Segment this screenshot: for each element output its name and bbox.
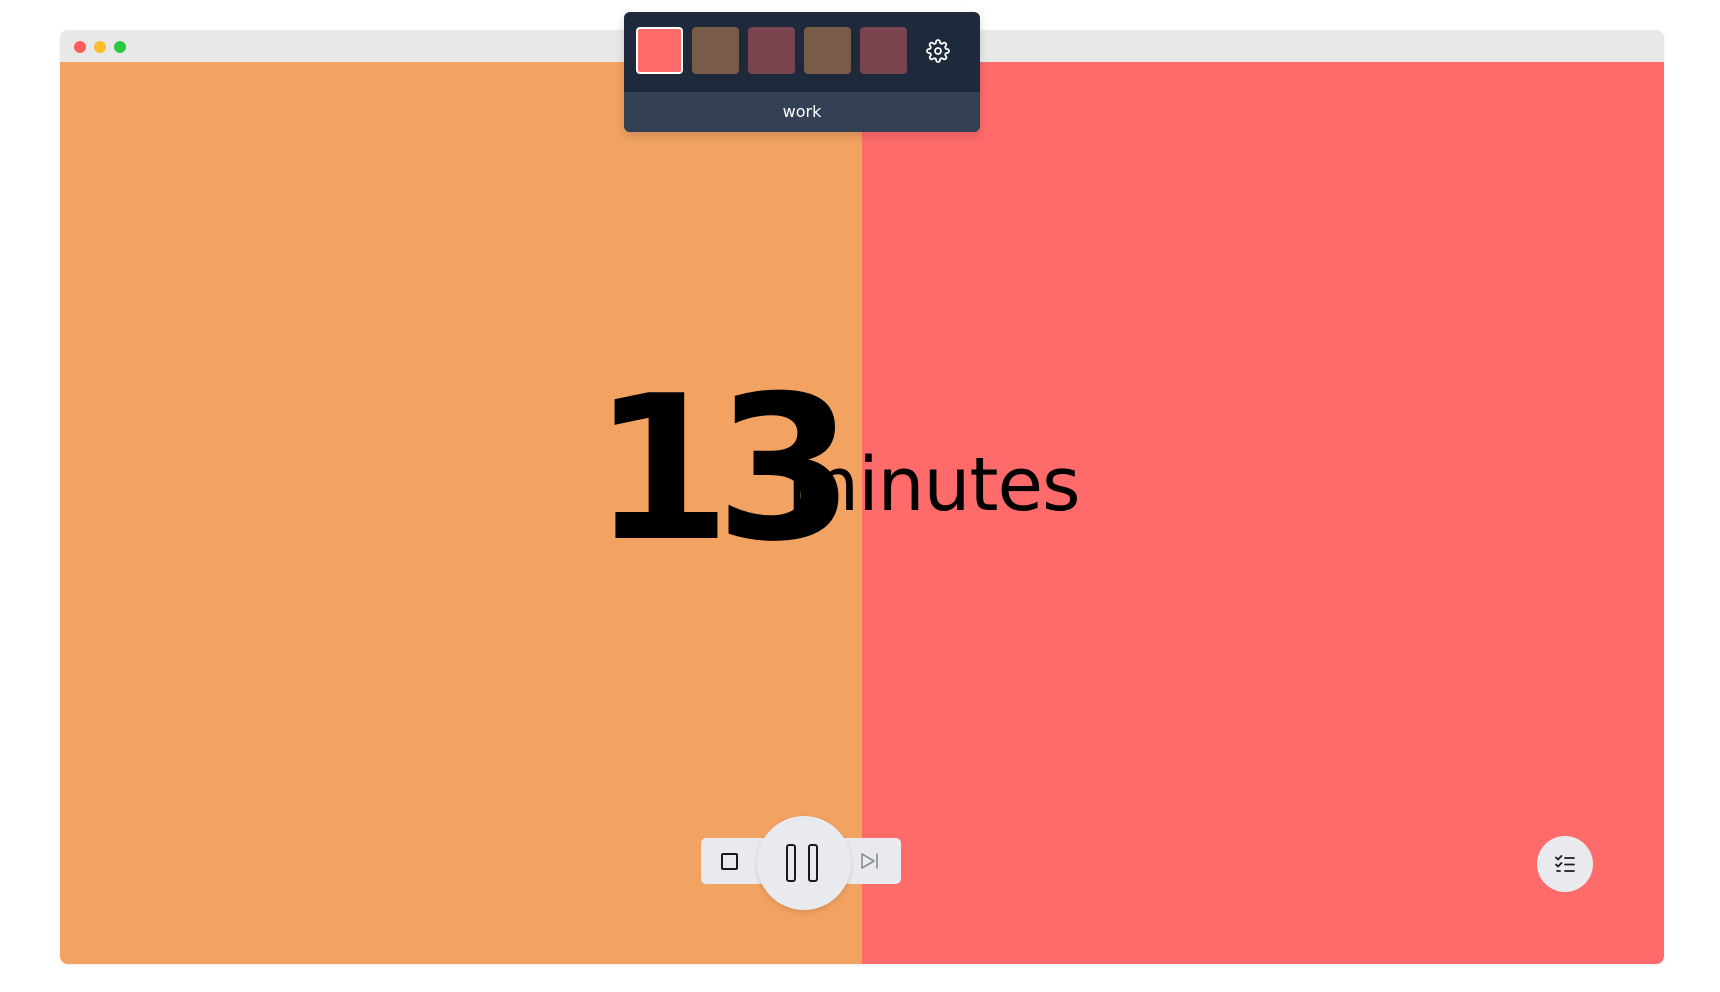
minimize-window-button[interactable] — [94, 41, 106, 53]
session-selector: work — [624, 12, 980, 132]
skip-button[interactable] — [845, 838, 901, 884]
session-swatch-2[interactable] — [692, 27, 739, 74]
stop-icon — [721, 853, 738, 870]
stop-button[interactable] — [701, 838, 757, 884]
remaining-time-unit: minutes — [787, 442, 1081, 528]
pause-icon-bar — [808, 844, 818, 882]
pause-button[interactable] — [757, 816, 851, 910]
settings-button[interactable] — [926, 39, 950, 63]
session-label: work — [624, 92, 980, 132]
session-swatch-row — [624, 12, 980, 92]
pause-icon — [786, 844, 796, 882]
skip-forward-icon — [861, 853, 878, 869]
maximize-window-button[interactable] — [114, 41, 126, 53]
session-swatch-4[interactable] — [804, 27, 851, 74]
tasks-button[interactable] — [1537, 836, 1593, 892]
checklist-icon — [1555, 855, 1575, 872]
close-window-button[interactable] — [74, 41, 86, 53]
gear-icon — [926, 39, 950, 63]
session-swatch-5[interactable] — [860, 27, 907, 74]
session-swatch-work[interactable] — [636, 27, 683, 74]
session-swatch-3[interactable] — [748, 27, 795, 74]
